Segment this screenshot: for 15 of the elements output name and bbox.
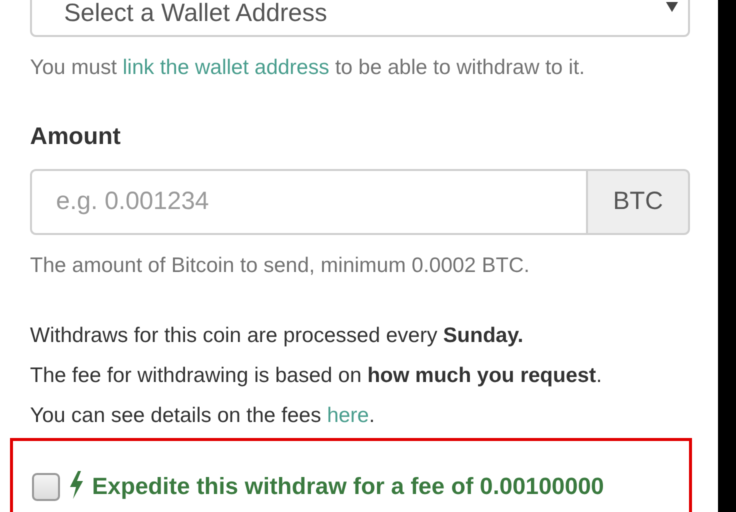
info-text: You can see details on the fees here. (30, 403, 376, 429)
amount-label: Amount (30, 122, 122, 152)
currency-addon: BTC (586, 169, 690, 235)
wallet-select[interactable]: Select a Wallet Address (30, 0, 690, 37)
info-text: The fee for withdrawing is based on how much you request. (30, 363, 603, 389)
info-text: Withdraws for this coin are processed every Sunday. (30, 323, 524, 349)
expedite-label: Expedite this withdraw for a fee of 0.00100000 (92, 472, 604, 501)
lightning-icon (68, 471, 84, 499)
help-text: The amount of Bitcoin to send, minimum 0.0002 BTC. (30, 253, 531, 279)
checkbox[interactable] (32, 473, 60, 501)
wallet-link[interactable]: link the wallet address (122, 56, 330, 79)
dropdown-arrow-icon (666, 2, 678, 12)
help-text: You must link the wallet address to be able to withdraw to it. (30, 55, 586, 81)
amount-input[interactable]: e.g. 0.001234 (30, 169, 586, 235)
fees-link[interactable]: here (326, 404, 369, 427)
